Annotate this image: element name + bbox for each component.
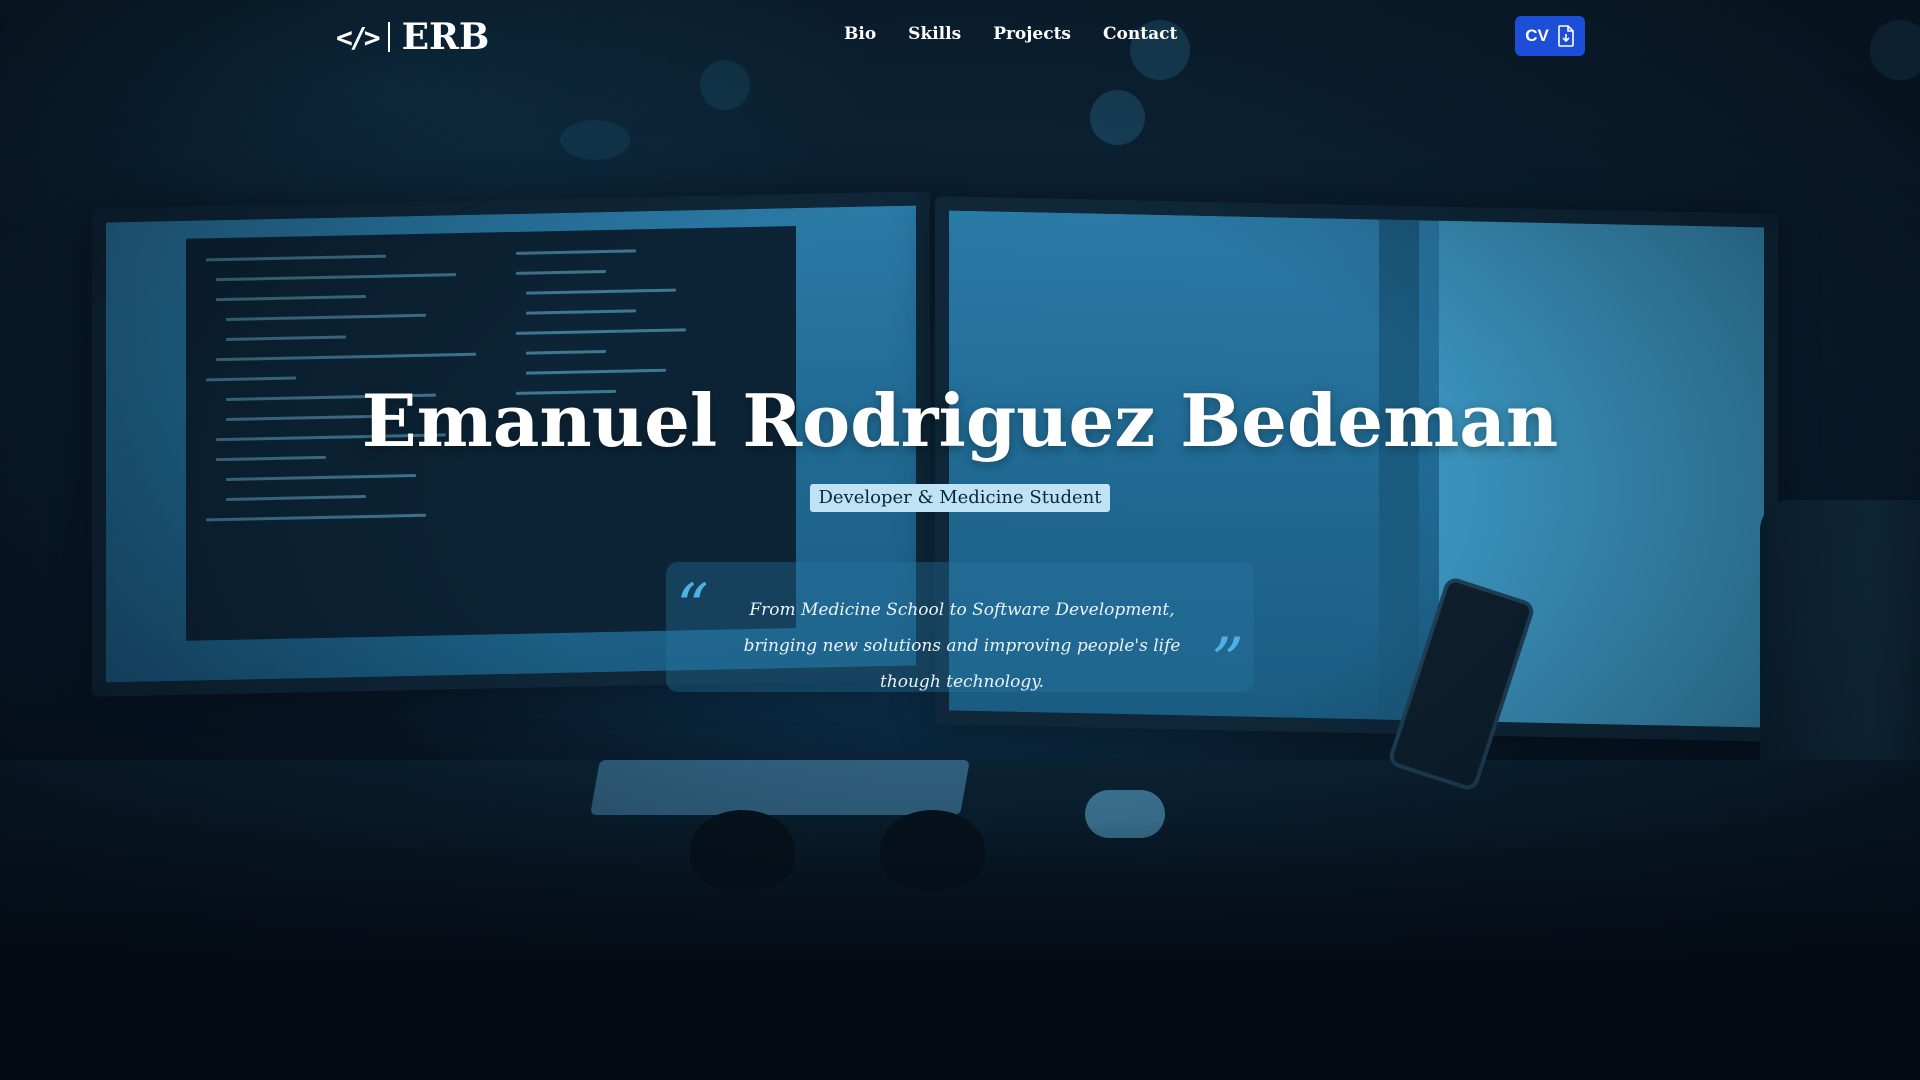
main-nav: Bio Skills Projects Contact: [844, 24, 1177, 44]
close-quote-icon: ”: [1211, 625, 1244, 699]
nav-link-bio[interactable]: Bio: [844, 24, 876, 44]
cv-download-button[interactable]: CV: [1515, 16, 1585, 56]
nav-link-projects[interactable]: Projects: [993, 24, 1071, 44]
site-header: </> ERB Bio Skills Projects Contact CV: [0, 0, 1920, 72]
logo-text: ERB: [401, 16, 490, 58]
code-brackets-icon: </>: [336, 20, 381, 54]
site-logo[interactable]: </> ERB: [336, 16, 489, 58]
hero-background-image: [0, 0, 1920, 1080]
hero-subtitle-badge: Developer & Medicine Student: [810, 484, 1110, 512]
subtitle-wrapper: Developer & Medicine Student: [0, 484, 1920, 512]
hero-name-title: Emanuel Rodriguez Bedeman: [361, 378, 1559, 463]
hero-quote-card: “ From Medicine School to Software Devel…: [666, 562, 1254, 699]
cv-button-label: CV: [1525, 26, 1549, 45]
open-quote-icon: “: [676, 571, 709, 645]
nav-link-skills[interactable]: Skills: [908, 24, 961, 44]
hero-quote-text: From Medicine School to Software Develop…: [743, 600, 1181, 692]
logo-divider: [387, 22, 390, 52]
file-download-icon: [1558, 25, 1574, 47]
nav-link-contact[interactable]: Contact: [1103, 24, 1177, 44]
